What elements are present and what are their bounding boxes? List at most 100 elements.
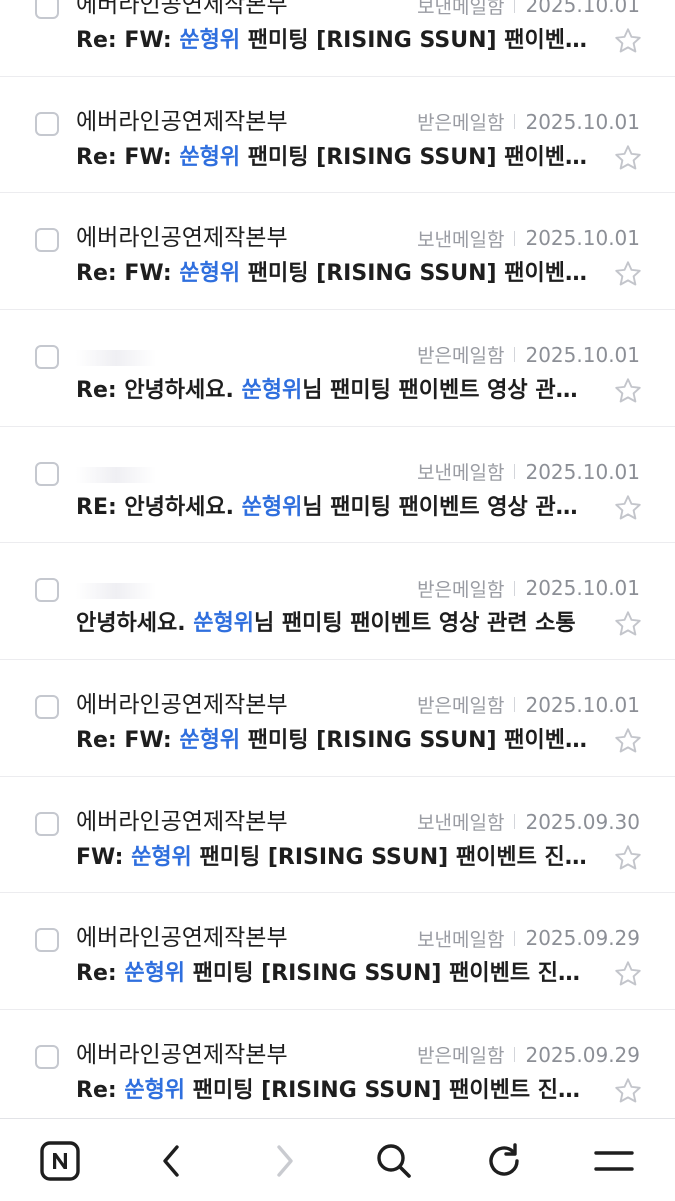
mail-date: 2025.09.29	[525, 926, 640, 951]
meta-divider	[514, 930, 516, 946]
mail-folder: 받은메일함	[417, 345, 505, 368]
select-checkbox[interactable]	[35, 0, 59, 19]
star-icon[interactable]	[613, 26, 643, 56]
select-checkbox[interactable]	[35, 344, 59, 369]
subject-highlight: 쑨형위	[131, 844, 192, 870]
mail-sender: 에버라인공연제작본부	[76, 0, 288, 18]
mail-subject[interactable]: Re: FW: 쑨형위 팬미팅 [RISING SSUN] 팬이벤트 진행 관련	[76, 724, 596, 758]
mail-meta: 받은메일함 2025.09.29	[417, 1040, 640, 1070]
select-checkbox[interactable]	[35, 461, 59, 486]
back-arrow-icon[interactable]	[150, 1139, 194, 1183]
subject-prefix: Re: FW:	[76, 28, 180, 53]
mail-meta: 보낸메일함 2025.10.01	[417, 457, 640, 487]
mail-subject[interactable]: Re: FW: 쑨형위 팬미팅 [RISING SSUN] 팬이벤트 진행 관련	[76, 141, 596, 175]
subject-prefix: Re: FW:	[76, 144, 180, 170]
select-checkbox[interactable]	[35, 811, 59, 836]
subject-prefix: FW:	[76, 844, 132, 870]
mail-date: 2025.09.29	[525, 1042, 640, 1067]
mail-list: 에버라인공연제작본부 보낸메일함 2025.10.01 Re: FW: 쑨형위 …	[0, 0, 675, 1127]
mail-folder: 받은메일함	[417, 695, 505, 718]
subject-highlight: 쑨형위	[179, 28, 241, 53]
subject-rest: 님 팬미팅 팬이벤트 영상 관련 소통	[302, 494, 596, 520]
subject-highlight: 쑨형위	[241, 377, 303, 403]
mail-date: 2025.10.01	[525, 692, 640, 717]
mail-meta: 받은메일함 2025.10.01	[417, 573, 640, 603]
subject-highlight: 쑨형위	[124, 1077, 186, 1103]
star-icon[interactable]	[613, 376, 643, 406]
mail-meta: 보낸메일함 2025.09.29	[417, 923, 640, 953]
subject-rest: 팬미팅 [RISING SSUN] 팬이벤트 진행 관련	[185, 961, 596, 987]
select-checkbox[interactable]	[35, 1044, 59, 1069]
naver-n-icon[interactable]	[38, 1139, 82, 1183]
mail-meta: 보낸메일함 2025.10.01	[417, 0, 640, 20]
redacted-sender-mark	[76, 349, 156, 366]
mail-item[interactable]: 에버라인공연제작본부 보낸메일함 2025.09.29 Re: 쑨형위 팬미팅 …	[0, 893, 675, 1010]
star-icon[interactable]	[613, 843, 643, 873]
subject-highlight: 쑨형위	[179, 727, 241, 753]
subject-highlight: 쑨형위	[193, 611, 254, 637]
star-icon[interactable]	[613, 1076, 643, 1106]
subject-prefix: Re: FW:	[76, 727, 180, 753]
mail-date: 2025.10.01	[525, 226, 640, 251]
mail-item[interactable]: 보낸메일함 2025.10.01 RE: 안녕하세요. 쑨형위님 팬미팅 팬이벤…	[0, 427, 675, 544]
mail-date: 2025.10.01	[525, 576, 640, 601]
subject-highlight: 쑨형위	[179, 261, 241, 287]
mail-folder: 보낸메일함	[417, 928, 505, 951]
mail-item[interactable]: 받은메일함 2025.10.01 Re: 안녕하세요. 쑨형위님 팬미팅 팬이벤…	[0, 310, 675, 427]
mail-date: 2025.10.01	[525, 342, 640, 367]
mail-sender: 에버라인공연제작본부	[76, 108, 288, 135]
mail-subject[interactable]: Re: 안녕하세요. 쑨형위님 팬미팅 팬이벤트 영상 관련 소통	[76, 374, 596, 408]
select-checkbox[interactable]	[35, 228, 59, 253]
subject-rest: 님 팬미팅 팬이벤트 영상 관련 소통	[253, 611, 576, 637]
mail-date: 2025.09.30	[525, 809, 640, 834]
mail-subject[interactable]: 안녕하세요. 쑨형위님 팬미팅 팬이벤트 영상 관련 소통	[76, 607, 596, 641]
subject-highlight: 쑨형위	[179, 144, 241, 170]
menu-icon[interactable]	[592, 1139, 636, 1183]
mail-sender: 에버라인공연제작본부	[76, 691, 288, 718]
star-icon[interactable]	[613, 726, 643, 756]
refresh-icon[interactable]	[482, 1139, 526, 1183]
subject-prefix: Re: FW:	[76, 261, 180, 287]
search-icon[interactable]	[372, 1139, 416, 1183]
mail-sender: 에버라인공연제작본부	[76, 808, 288, 835]
mail-item[interactable]: 에버라인공연제작본부 받은메일함 2025.10.01 Re: FW: 쑨형위 …	[0, 77, 675, 194]
subject-rest: 팬미팅 [RISING SSUN] 팬이벤트 진행 관련	[247, 144, 596, 170]
forward-arrow-icon[interactable]	[262, 1139, 306, 1183]
search-graphic	[377, 1144, 411, 1178]
meta-divider	[514, 580, 516, 596]
mail-meta: 받은메일함 2025.10.01	[417, 107, 640, 137]
meta-divider	[514, 814, 516, 830]
mail-folder: 보낸메일함	[417, 0, 505, 18]
select-checkbox[interactable]	[35, 928, 59, 953]
mail-folder: 받은메일함	[417, 112, 505, 135]
star-icon[interactable]	[613, 259, 643, 289]
meta-divider	[514, 230, 516, 246]
mail-item[interactable]: 에버라인공연제작본부 보낸메일함 2025.10.01 Re: FW: 쑨형위 …	[0, 0, 675, 77]
menu-graphic	[594, 1151, 634, 1171]
mail-item[interactable]: 에버라인공연제작본부 받은메일함 2025.09.29 Re: 쑨형위 팬미팅 …	[0, 1010, 675, 1127]
star-icon[interactable]	[613, 609, 643, 639]
mail-subject[interactable]: Re: FW: 쑨형위 팬미팅 [RISING SSUN] 팬이벤트 진행 관련	[76, 257, 596, 291]
mail-subject[interactable]: FW: 쑨형위 팬미팅 [RISING SSUN] 팬이벤트 진행 관련	[76, 841, 596, 875]
mail-sender: 에버라인공연제작본부	[76, 225, 288, 252]
select-checkbox[interactable]	[35, 578, 59, 603]
meta-divider	[514, 114, 516, 130]
subject-prefix: 안녕하세요.	[76, 611, 194, 637]
star-icon[interactable]	[613, 143, 643, 173]
mail-subject[interactable]: Re: FW: 쑨형위 팬미팅 [RISING SSUN] 팬이벤트 진행 관련	[76, 24, 596, 58]
mail-item[interactable]: 에버라인공연제작본부 보낸메일함 2025.10.01 Re: FW: 쑨형위 …	[0, 193, 675, 310]
browser-toolbar	[0, 1118, 675, 1201]
mail-item[interactable]: 받은메일함 2025.10.01 안녕하세요. 쑨형위님 팬미팅 팬이벤트 영상…	[0, 543, 675, 660]
subject-prefix: Re:	[76, 1077, 125, 1103]
star-icon[interactable]	[613, 493, 643, 523]
select-checkbox[interactable]	[35, 694, 59, 719]
mail-subject[interactable]: RE: 안녕하세요. 쑨형위님 팬미팅 팬이벤트 영상 관련 소통	[76, 491, 596, 525]
mail-item[interactable]: 에버라인공연제작본부 받은메일함 2025.10.01 Re: FW: 쑨형위 …	[0, 660, 675, 777]
mail-subject[interactable]: Re: 쑨형위 팬미팅 [RISING SSUN] 팬이벤트 진행 관련	[76, 1074, 596, 1108]
select-checkbox[interactable]	[35, 111, 59, 136]
mail-folder: 받은메일함	[417, 578, 505, 601]
star-icon[interactable]	[613, 959, 643, 989]
mail-subject[interactable]: Re: 쑨형위 팬미팅 [RISING SSUN] 팬이벤트 진행 관련	[76, 957, 596, 991]
meta-divider	[514, 464, 516, 480]
mail-item[interactable]: 에버라인공연제작본부 보낸메일함 2025.09.30 FW: 쑨형위 팬미팅 …	[0, 777, 675, 894]
